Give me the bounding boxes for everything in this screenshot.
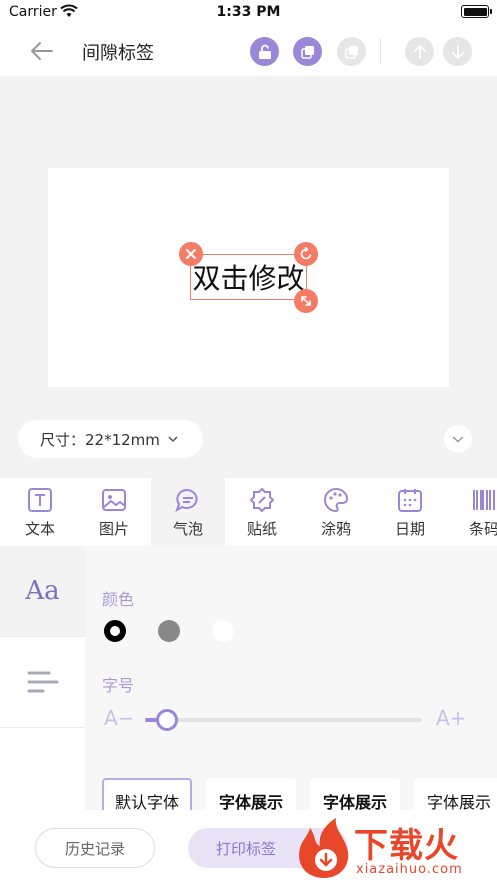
- palette-icon: [324, 487, 349, 513]
- history-button[interactable]: 历史记录: [35, 828, 155, 868]
- move-down-button[interactable]: [443, 37, 472, 66]
- chevron-down-icon: [168, 436, 178, 443]
- watermark-url: xiazaihuo.com: [356, 862, 463, 877]
- alignment-tab[interactable]: [0, 637, 85, 728]
- font-size-increase[interactable]: A+: [436, 706, 466, 730]
- rotate-icon: [300, 247, 312, 260]
- font-style-tab[interactable]: Aa: [0, 546, 85, 637]
- align-left-icon: [27, 671, 58, 693]
- arrow-down-icon: [451, 44, 464, 59]
- tab-doodle-label: 涂鸦: [320, 520, 351, 538]
- watermark: 下载火 xiazaihuo.com: [292, 814, 497, 883]
- tab-bubble[interactable]: 气泡: [151, 478, 225, 546]
- font-icon: Aa: [25, 576, 60, 606]
- barcode-icon: [473, 490, 495, 510]
- tab-bubble-label: 气泡: [172, 520, 203, 538]
- font-size-slider-knob[interactable]: [156, 709, 179, 731]
- collapse-panel-button[interactable]: [444, 425, 472, 453]
- calendar-icon: [398, 489, 422, 512]
- canvas-area: 双击修改 尺寸：22*12mm: [0, 76, 497, 478]
- color-swatch-grey[interactable]: [158, 620, 180, 642]
- unlock-icon: [258, 44, 271, 59]
- layer-button[interactable]: [337, 37, 366, 66]
- rotate-handle[interactable]: [294, 242, 318, 266]
- resize-handle[interactable]: [294, 289, 318, 313]
- close-icon: [186, 249, 196, 259]
- chevron-down-icon: [452, 436, 464, 443]
- label-canvas[interactable]: 双击修改: [48, 168, 449, 387]
- tab-sticker[interactable]: 贴纸: [225, 478, 299, 546]
- sticker-icon: [249, 487, 275, 513]
- color-label: 颜色: [102, 590, 135, 609]
- tab-barcode[interactable]: 条码: [447, 478, 497, 546]
- size-label: 尺寸：22*12mm: [40, 430, 160, 449]
- color-swatch-white[interactable]: [212, 620, 234, 642]
- clock: 1:33 PM: [216, 4, 281, 20]
- delete-handle[interactable]: [179, 242, 203, 266]
- tab-text-label: 文本: [24, 520, 55, 538]
- tab-date[interactable]: 日期: [373, 478, 447, 546]
- tab-image-label: 图片: [98, 520, 129, 538]
- image-icon: [102, 489, 126, 511]
- bubble-icon: [175, 488, 198, 513]
- page-title: 间隙标签: [82, 43, 154, 64]
- nav-bar: 间隙标签: [0, 26, 497, 76]
- text-icon: [28, 488, 52, 512]
- panel-sidebar: Aa: [0, 546, 85, 810]
- flame-logo-icon: [299, 818, 349, 878]
- move-up-button[interactable]: [405, 37, 434, 66]
- size-selector[interactable]: 尺寸：22*12mm: [18, 420, 203, 458]
- text-element[interactable]: 双击修改: [190, 254, 307, 300]
- font-size-slider[interactable]: [145, 718, 422, 722]
- watermark-text: 下载火: [354, 826, 459, 866]
- copy-button[interactable]: [293, 37, 322, 66]
- tab-sticker-label: 贴纸: [246, 520, 277, 538]
- editor-panel: Aa 颜色 字号 A− A+ 默认字体 字体展示 字体展示 字体展示: [0, 546, 497, 824]
- text-element-content: 双击修改: [192, 262, 305, 295]
- tab-doodle[interactable]: 涂鸦: [299, 478, 373, 546]
- battery-icon: [461, 5, 492, 18]
- toolbar-divider: [380, 38, 381, 64]
- resize-icon: [301, 296, 311, 306]
- layer-icon: [344, 45, 358, 59]
- font-size-decrease[interactable]: A−: [104, 706, 134, 730]
- arrow-up-icon: [413, 44, 426, 59]
- copy-icon: [300, 45, 314, 59]
- unlock-button[interactable]: [250, 37, 279, 66]
- status-bar: Carrier 1:33 PM: [0, 0, 497, 26]
- font-size-label: 字号: [102, 676, 135, 695]
- tool-tabs: 文本 图片 气泡 贴纸 涂鸦 日期 条码: [0, 478, 497, 546]
- tab-image[interactable]: 图片: [77, 478, 151, 546]
- color-swatch-black[interactable]: [104, 620, 126, 642]
- tab-date-label: 日期: [394, 520, 425, 538]
- tab-text[interactable]: 文本: [3, 478, 77, 546]
- back-arrow-icon[interactable]: [28, 37, 56, 65]
- tab-barcode-label: 条码: [468, 520, 497, 538]
